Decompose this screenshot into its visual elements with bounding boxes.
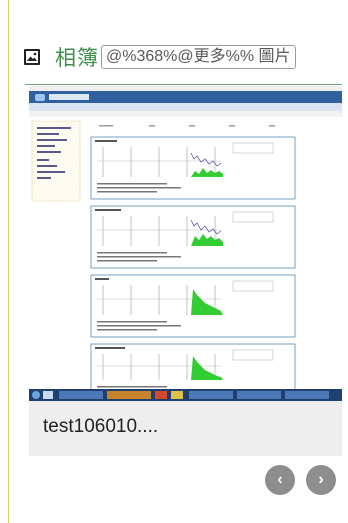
next-button[interactable]: › bbox=[306, 465, 336, 495]
photo-thumbnail[interactable] bbox=[29, 91, 342, 401]
album-widget: 相簿 @%368%@更多%% 圖片 test106010.... ‹ › bbox=[8, 0, 346, 523]
header-divider bbox=[25, 84, 342, 85]
chevron-left-icon: ‹ bbox=[277, 471, 283, 488]
album-header: 相簿 @%368%@更多%% 圖片 bbox=[23, 42, 343, 72]
prev-button[interactable]: ‹ bbox=[265, 465, 295, 495]
album-icon bbox=[23, 48, 41, 66]
photo-card[interactable]: test106010.... bbox=[29, 86, 342, 456]
photo-caption[interactable]: test106010.... bbox=[43, 416, 158, 438]
more-pictures-link[interactable]: @%368%@更多%% 圖片 bbox=[101, 45, 296, 69]
album-title[interactable]: 相簿 bbox=[55, 42, 99, 72]
chevron-right-icon: › bbox=[318, 471, 324, 488]
